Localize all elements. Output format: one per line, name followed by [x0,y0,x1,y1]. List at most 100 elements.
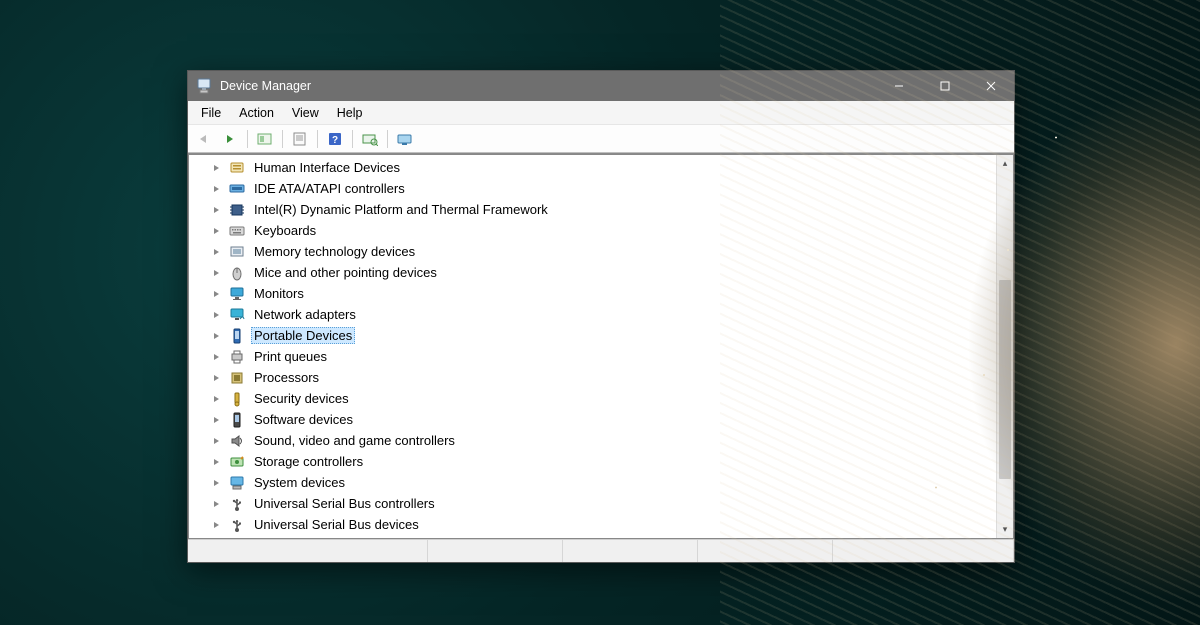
menu-view-label: View [292,106,319,120]
toolbar: ? [188,125,1014,153]
tree-item[interactable]: Human Interface Devices [189,157,996,178]
toolbar-show-tree-button[interactable] [253,128,277,150]
expander-icon[interactable] [211,351,223,363]
toolbar-separator [317,130,318,148]
storage-icon [229,454,245,470]
menu-action[interactable]: Action [230,101,283,124]
tree-item[interactable]: Universal Serial Bus controllers [189,493,996,514]
expander-icon[interactable] [211,414,223,426]
tree-pane: Human Interface Devices IDE ATA/ATAPI con… [188,154,1014,539]
tree-item-label: Keyboards [251,222,319,239]
system-icon [229,475,245,491]
toolbar-help-button[interactable]: ? [323,128,347,150]
expander-icon[interactable] [211,393,223,405]
scroll-down-button[interactable]: ▾ [997,521,1013,538]
status-cell [428,540,563,562]
titlebar[interactable]: Device Manager [188,71,1014,101]
desktop-background: Device Manager File Action View Help [0,0,1200,625]
expander-icon[interactable] [211,330,223,342]
tree-item[interactable]: IDE ATA/ATAPI controllers [189,178,996,199]
menu-file-label: File [201,106,221,120]
tree-item[interactable]: Processors [189,367,996,388]
menu-view[interactable]: View [283,101,328,124]
expander-icon[interactable] [211,309,223,321]
scroll-track[interactable] [997,172,1013,521]
tree-item[interactable]: Intel(R) Dynamic Platform and Thermal Fr… [189,199,996,220]
memory-icon [229,244,245,260]
security-icon [229,391,245,407]
expander-icon[interactable] [211,435,223,447]
tree-item-label: Portable Devices [251,327,355,344]
tree-item[interactable]: Portable Devices [189,325,996,346]
toolbar-properties-button[interactable] [288,128,312,150]
tree-item[interactable]: Universal Serial Bus devices [189,514,996,535]
tree-item-label: Human Interface Devices [251,159,403,176]
scroll-up-button[interactable]: ▴ [997,155,1013,172]
menu-help[interactable]: Help [328,101,372,124]
scroll-thumb[interactable] [999,280,1011,479]
close-button[interactable] [968,71,1014,101]
expander-icon[interactable] [211,162,223,174]
toolbar-scan-hardware-button[interactable] [358,128,382,150]
expander-icon[interactable] [211,372,223,384]
status-cell [563,540,698,562]
tree-item-label: Memory technology devices [251,243,418,260]
toolbar-back-button[interactable] [192,128,216,150]
tree-item-label: System devices [251,474,348,491]
tree-item[interactable]: Sound, video and game controllers [189,430,996,451]
device-tree[interactable]: Human Interface Devices IDE ATA/ATAPI con… [189,155,996,538]
tree-item[interactable]: Monitors [189,283,996,304]
sound-icon [229,433,245,449]
tree-item-label: Monitors [251,285,307,302]
device-manager-window: Device Manager File Action View Help [187,70,1015,563]
menu-file[interactable]: File [192,101,230,124]
tree-item-label: Mice and other pointing devices [251,264,440,281]
tree-item[interactable]: System devices [189,472,996,493]
hid-icon [229,160,245,176]
maximize-button[interactable] [922,71,968,101]
monitor-icon [229,286,245,302]
statusbar [188,539,1014,562]
tree-item[interactable]: Network adapters [189,304,996,325]
tree-item[interactable]: Security devices [189,388,996,409]
expander-icon[interactable] [211,183,223,195]
expander-icon[interactable] [211,456,223,468]
portable-icon [229,328,245,344]
app-icon [196,78,212,94]
menu-action-label: Action [239,106,274,120]
vertical-scrollbar[interactable]: ▴ ▾ [996,155,1013,538]
status-cell [188,540,428,562]
expander-icon[interactable] [211,204,223,216]
tree-item[interactable]: Print queues [189,346,996,367]
status-cell [698,540,833,562]
tree-item[interactable]: Keyboards [189,220,996,241]
svg-text:?: ? [332,135,338,146]
window-title: Device Manager [220,79,311,93]
expander-icon[interactable] [211,519,223,531]
tree-item-label: IDE ATA/ATAPI controllers [251,180,408,197]
cpu-icon [229,370,245,386]
tree-item-label: Universal Serial Bus devices [251,516,422,533]
expander-icon[interactable] [211,246,223,258]
toolbar-separator [282,130,283,148]
window-controls [876,71,1014,101]
tree-item[interactable]: Memory technology devices [189,241,996,262]
toolbar-forward-button[interactable] [218,128,242,150]
expander-icon[interactable] [211,498,223,510]
toolbar-separator [387,130,388,148]
tree-item[interactable]: Storage controllers [189,451,996,472]
tree-item-label: Processors [251,369,322,386]
software-icon [229,412,245,428]
menu-help-label: Help [337,106,363,120]
expander-icon[interactable] [211,225,223,237]
tree-item[interactable]: Mice and other pointing devices [189,262,996,283]
expander-icon[interactable] [211,267,223,279]
toolbar-separator [352,130,353,148]
minimize-button[interactable] [876,71,922,101]
tree-item[interactable]: Software devices [189,409,996,430]
toolbar-add-hardware-button[interactable] [393,128,417,150]
expander-icon[interactable] [211,477,223,489]
mouse-icon [229,265,245,281]
expander-icon[interactable] [211,288,223,300]
chip-icon [229,202,245,218]
